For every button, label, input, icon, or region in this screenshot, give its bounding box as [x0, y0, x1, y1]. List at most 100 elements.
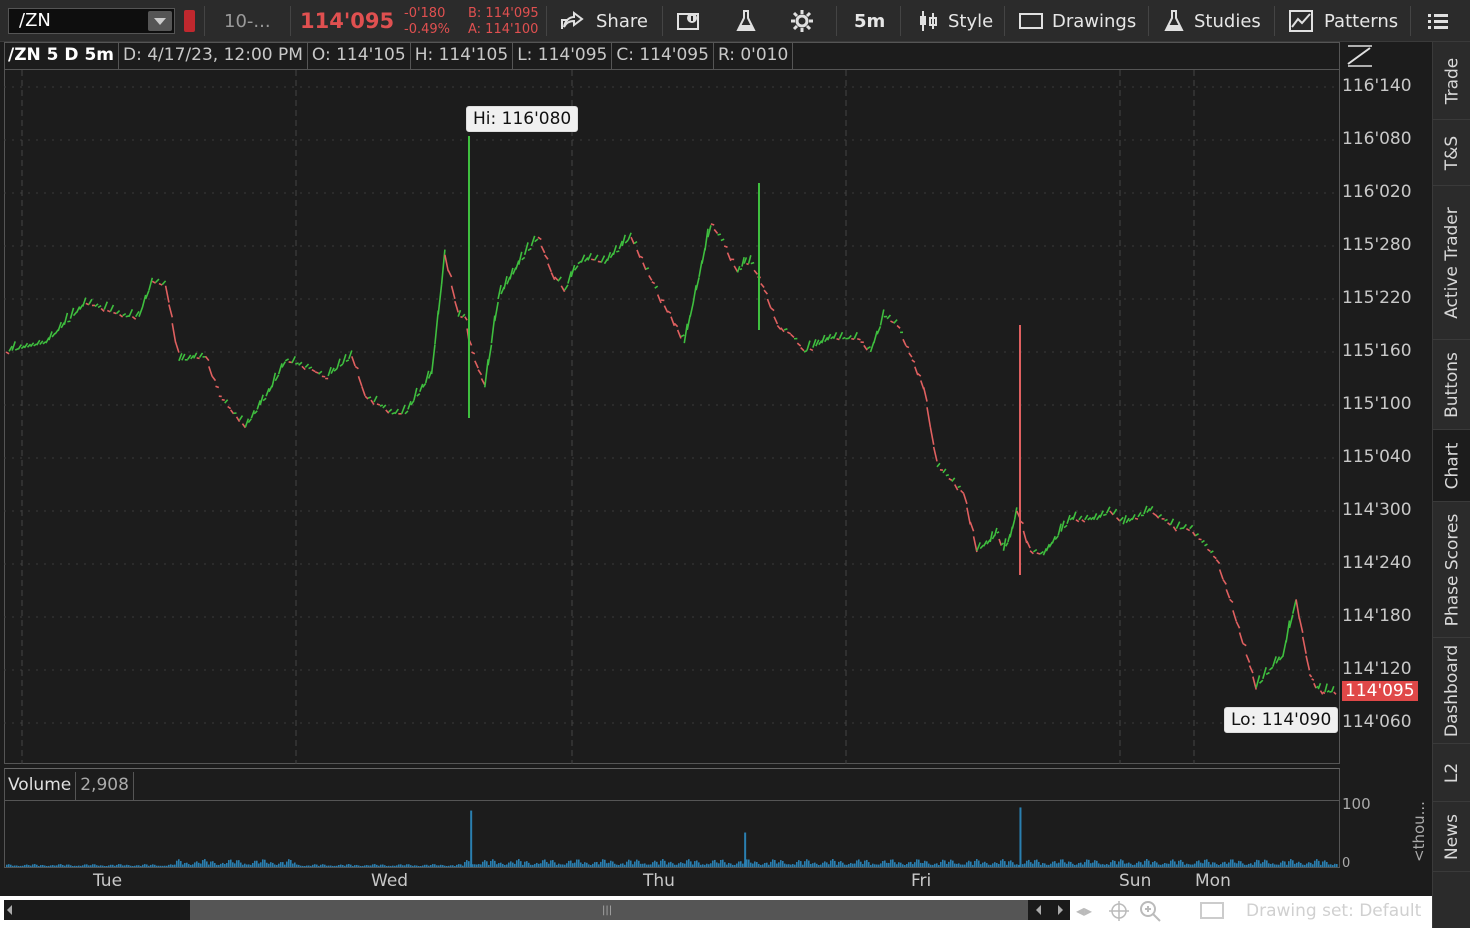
- sidebar-tab-dashboard[interactable]: Dashboard: [1433, 638, 1470, 744]
- volume-bar: [364, 865, 366, 867]
- price-segment: [174, 341, 180, 353]
- symbol-value: /ZN: [19, 10, 51, 31]
- style-button[interactable]: Style: [916, 0, 993, 42]
- studies-label: Studies: [1194, 10, 1261, 32]
- sidebar-tab-phase-scores[interactable]: Phase Scores: [1433, 502, 1470, 638]
- drawing-set-label[interactable]: Drawing set: Default: [1246, 901, 1421, 921]
- drawings-icon: [1019, 13, 1043, 29]
- share-button[interactable]: Share: [560, 0, 648, 42]
- price-segment: [683, 323, 689, 344]
- sidebar-tab-active-trader[interactable]: Active Trader: [1433, 186, 1470, 340]
- sidebar-tab-news[interactable]: News: [1433, 802, 1470, 872]
- volume-bar: [496, 864, 498, 867]
- zoom-button[interactable]: [1138, 899, 1162, 927]
- time-axis[interactable]: Tue Wed Thu Fri Sun Mon: [4, 868, 1340, 896]
- volume-bar: [48, 865, 50, 867]
- volume-bar: [170, 864, 172, 867]
- drawings-button[interactable]: Drawings: [1018, 0, 1136, 42]
- volume-bar: [750, 862, 752, 867]
- volume-bar: [104, 865, 106, 867]
- price-segment: [1248, 665, 1254, 674]
- price-segment: [969, 521, 975, 532]
- volume-axis-min: 0: [1342, 856, 1351, 871]
- volume-bar: [98, 865, 100, 867]
- volume-bar: [714, 859, 716, 867]
- sidebar-tab-t-s[interactable]: T&S: [1433, 120, 1470, 186]
- menu-button[interactable]: [1428, 0, 1450, 42]
- price-segment: [5, 351, 10, 355]
- volume-bar: [1244, 864, 1246, 867]
- price-segment: [630, 236, 635, 245]
- price-axis[interactable]: 116'140 116'080 116'020 115'280 115'220 115'1…: [1340, 42, 1432, 764]
- volume-bar: [1226, 863, 1228, 867]
- volume-bar: [1034, 860, 1036, 867]
- scroll-grip-icon[interactable]: |||: [602, 905, 612, 916]
- volume-bar: [1228, 862, 1230, 867]
- volume-bar: [1216, 864, 1218, 867]
- expand-icon[interactable]: ◂▸: [1076, 901, 1092, 920]
- timeframe-button[interactable]: 5m: [854, 0, 885, 42]
- alert-flag-icon[interactable]: [184, 10, 195, 32]
- price-segment: [1131, 514, 1136, 521]
- volume-bar: [798, 860, 800, 867]
- volume-bar: [778, 862, 780, 867]
- volume-bar: [834, 860, 836, 867]
- volume-bar: [406, 864, 408, 867]
- scroll-left-icon[interactable]: [1036, 905, 1041, 915]
- volume-bar: [754, 861, 756, 867]
- scroll-left-icon[interactable]: [7, 905, 12, 915]
- volume-bar: [938, 864, 940, 867]
- price-segment: [171, 323, 177, 343]
- volume-bar: [398, 864, 400, 867]
- price-segment: [942, 468, 947, 474]
- scroll-right-icon[interactable]: [1058, 905, 1063, 915]
- volume-bar: [508, 862, 510, 867]
- sidebar-tab-chart[interactable]: Chart: [1433, 430, 1470, 502]
- price-segment: [523, 242, 529, 256]
- price-segment: [753, 269, 759, 275]
- chevron-down-icon[interactable]: [148, 11, 172, 31]
- volume-bar: [1204, 859, 1206, 867]
- volume-bar: [1050, 863, 1052, 867]
- volume-bar: [792, 864, 794, 867]
- price-segment: [94, 303, 99, 308]
- chart-info-button[interactable]: [676, 0, 702, 42]
- crosshair-button[interactable]: [1108, 900, 1130, 926]
- settings-button[interactable]: [790, 0, 814, 42]
- volume-bar: [502, 863, 504, 867]
- patterns-button[interactable]: Patterns: [1288, 0, 1398, 42]
- price-chart[interactable]: [4, 70, 1340, 764]
- price-segment: [311, 368, 316, 373]
- volume-bar: [844, 864, 846, 867]
- price-segment: [1252, 676, 1257, 690]
- symbol-input[interactable]: /ZN: [8, 8, 175, 34]
- drawing-set-icon[interactable]: [1200, 902, 1224, 919]
- sidebar-tab-buttons[interactable]: Buttons: [1433, 340, 1470, 430]
- volume-chart[interactable]: [4, 801, 1340, 867]
- volume-bar: [648, 864, 650, 867]
- sidebar-tab-l2[interactable]: L2: [1433, 744, 1470, 802]
- price-segment: [1155, 514, 1160, 519]
- price-segment: [567, 271, 573, 284]
- volume-bar: [1252, 864, 1254, 867]
- volume-bar: [266, 862, 268, 867]
- volume-bar: [302, 865, 304, 867]
- price-segment: [701, 248, 706, 264]
- price-segment: [204, 355, 210, 362]
- volume-bar: [926, 861, 928, 867]
- price-segment: [354, 365, 359, 370]
- flask-button[interactable]: [734, 0, 758, 42]
- price-segment: [187, 354, 192, 360]
- price-segment: [128, 308, 134, 317]
- volume-bar: [842, 862, 844, 867]
- price-segment: [1212, 555, 1217, 560]
- price-segment: [265, 387, 270, 397]
- auto-scale-button[interactable]: [1346, 44, 1374, 72]
- sidebar-tab-trade[interactable]: Trade: [1433, 42, 1470, 120]
- price-segment: [1029, 550, 1034, 555]
- volume-bar: [140, 865, 142, 867]
- price-segment: [342, 354, 347, 365]
- studies-button[interactable]: Studies: [1162, 0, 1261, 42]
- toolbar-divider: [1274, 6, 1275, 36]
- time-tick-label: Fri: [911, 871, 932, 891]
